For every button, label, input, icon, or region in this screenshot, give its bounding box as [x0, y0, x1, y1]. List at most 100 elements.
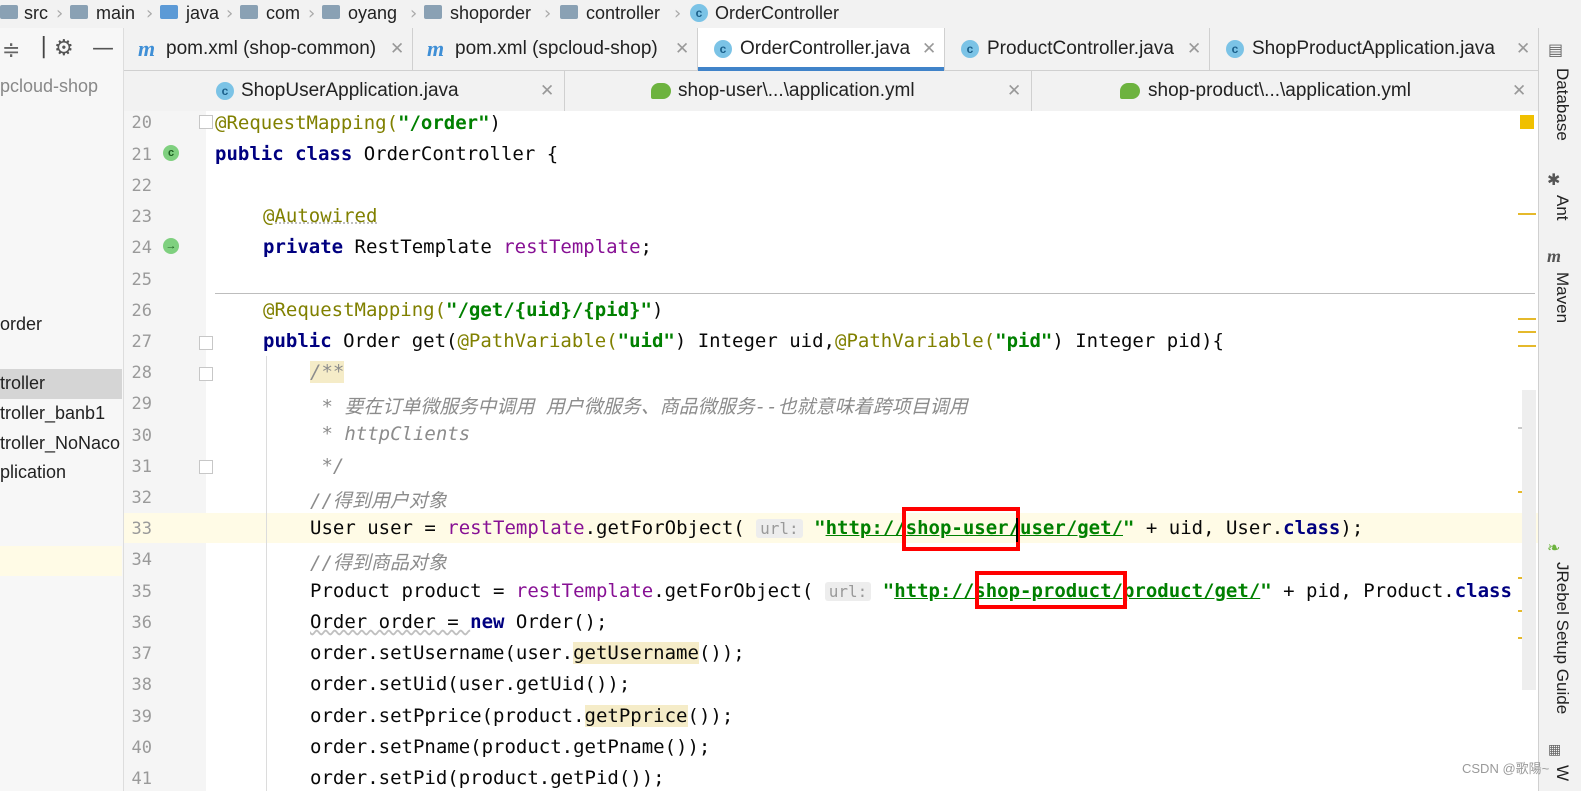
- tool-maven[interactable]: Maven: [1552, 272, 1572, 323]
- maven-icon: m: [1547, 246, 1562, 266]
- line-number: 32: [131, 488, 152, 508]
- parameter-hint: url:: [756, 519, 803, 538]
- scrollbar-thumb[interactable]: [1522, 390, 1536, 690]
- string-quote: ": [1123, 517, 1135, 539]
- editor-tabs-row-1: m pom.xml (shop-common) ✕ m pom.xml (spc…: [124, 28, 1538, 71]
- code-text: .getForObject(: [584, 517, 757, 539]
- fold-marker-icon[interactable]: [199, 336, 213, 350]
- code-line-23: @Autowired: [263, 205, 377, 227]
- close-icon[interactable]: ✕: [1516, 39, 1530, 59]
- tree-item[interactable]: plication: [0, 462, 66, 483]
- line-number: 21: [131, 145, 152, 165]
- highlight-box-shop-user: [902, 507, 1020, 551]
- code-text: User user =: [310, 517, 448, 539]
- gear-icon[interactable]: ⚙: [54, 36, 74, 61]
- method-usage-highlight: getPprice: [584, 705, 688, 727]
- tab-label: ShopProductApplication.java: [1252, 38, 1495, 59]
- code-text: ());: [687, 705, 734, 727]
- breadcrumb-item[interactable]: shoporder: [450, 0, 531, 26]
- error-stripe-mark[interactable]: [1518, 331, 1536, 333]
- tree-item[interactable]: troller_banb1: [0, 403, 105, 424]
- close-icon[interactable]: ✕: [540, 81, 554, 101]
- tree-item[interactable]: order: [0, 314, 42, 335]
- chevron-right-icon: ›: [308, 3, 316, 24]
- line-number: 40: [131, 738, 152, 758]
- error-stripe-mark[interactable]: [1518, 345, 1536, 347]
- annotation: @RequestMapping(: [263, 299, 447, 321]
- breadcrumb-item[interactable]: OrderController: [715, 0, 839, 26]
- jrebel-icon: ❧: [1547, 538, 1561, 557]
- close-icon[interactable]: ✕: [1187, 39, 1201, 59]
- tool-ant[interactable]: Ant: [1552, 195, 1572, 221]
- close-icon[interactable]: ✕: [390, 39, 404, 59]
- code-text: ());: [698, 642, 745, 664]
- fold-marker-icon[interactable]: [199, 367, 213, 381]
- minimize-icon[interactable]: —: [92, 36, 114, 61]
- breadcrumb-item[interactable]: src: [24, 0, 48, 26]
- breadcrumb-item[interactable]: com: [266, 0, 300, 26]
- autowired-navigation-icon[interactable]: →: [163, 238, 179, 254]
- code-text: ;: [640, 236, 652, 258]
- tool-icon: ▦: [1548, 742, 1562, 758]
- code-text: order.setPprice(product.: [310, 705, 585, 727]
- line-number: 35: [131, 582, 152, 602]
- breadcrumb-item[interactable]: controller: [586, 0, 660, 26]
- line-number: 36: [131, 613, 152, 633]
- parameter-hint: url:: [824, 582, 872, 601]
- tab-label: pom.xml (shop-common): [166, 38, 377, 59]
- project-root[interactable]: pcloud-shop: [0, 76, 98, 97]
- watermark: CSDN @歌陽~: [1462, 761, 1550, 776]
- fold-marker-icon[interactable]: [199, 460, 213, 474]
- package-icon: [560, 5, 578, 19]
- tab-pom-spcloud-shop[interactable]: m pom.xml (spcloud-shop) ✕: [413, 28, 698, 70]
- code-text: Order get(: [331, 330, 458, 352]
- fold-marker-icon[interactable]: [199, 115, 213, 129]
- close-icon[interactable]: ✕: [922, 39, 936, 59]
- breadcrumb-item[interactable]: main: [96, 0, 135, 26]
- code-text: ): [651, 299, 664, 321]
- keyword: public: [263, 330, 332, 352]
- maven-icon: m: [138, 36, 156, 61]
- tab-pom-shop-common[interactable]: m pom.xml (shop-common) ✕: [124, 28, 413, 70]
- code-line-28: /**: [310, 361, 345, 383]
- code-text: .getForObject(: [653, 580, 825, 602]
- annotation: @PathVariable(: [457, 330, 618, 352]
- code-line-32: //得到用户对象: [310, 490, 447, 512]
- tab-shopuserapplication[interactable]: c ShopUserApplication.java ✕: [124, 71, 565, 111]
- code-text: + pid, Product.: [1271, 580, 1455, 602]
- tab-productcontroller[interactable]: c ProductController.java ✕: [945, 28, 1210, 70]
- error-stripe-mark[interactable]: [1518, 318, 1536, 320]
- close-icon[interactable]: ✕: [1007, 81, 1021, 101]
- method-usage-highlight: getUsername: [573, 642, 699, 664]
- inspection-status-icon[interactable]: [1520, 115, 1534, 129]
- indent-guide: [266, 356, 267, 791]
- tab-ordercontroller[interactable]: c OrderController.java ✕: [698, 28, 945, 71]
- close-icon[interactable]: ✕: [675, 39, 689, 59]
- tab-shopproductapplication[interactable]: c ShopProductApplication.java ✕: [1210, 28, 1538, 70]
- breadcrumb-item[interactable]: oyang: [348, 0, 397, 26]
- line-number: 29: [131, 394, 152, 414]
- tab-label: OrderController.java: [740, 38, 911, 59]
- line-number: 20: [131, 113, 152, 133]
- breadcrumb-item[interactable]: java: [186, 0, 219, 26]
- tree-item[interactable]: troller_NoNaco: [0, 433, 120, 454]
- code-text: ): [489, 112, 501, 134]
- string-literal: "pid": [995, 330, 1053, 352]
- spring-bean-icon[interactable]: c: [163, 145, 179, 161]
- close-icon[interactable]: ✕: [1512, 81, 1526, 101]
- code-text: Product product =: [310, 580, 516, 602]
- tool-jrebel-setup-guide[interactable]: JRebel Setup Guide: [1552, 562, 1572, 714]
- class-icon: c: [714, 40, 732, 58]
- code-line-37: order.setUsername(user.getUsername());: [310, 642, 745, 664]
- annotation: @PathVariable(: [835, 330, 996, 352]
- spring-app-icon: c: [1226, 40, 1244, 58]
- yaml-icon: [651, 83, 671, 99]
- tab-shop-user-application-yml[interactable]: shop-user\...\application.yml ✕: [565, 71, 1032, 111]
- tool-database[interactable]: Database: [1552, 68, 1572, 141]
- tab-shop-product-application-yml[interactable]: shop-product\...\application.yml ✕: [1032, 71, 1538, 111]
- error-stripe-mark[interactable]: [1518, 213, 1536, 215]
- tool-w[interactable]: W: [1552, 765, 1572, 781]
- class-icon: c: [961, 40, 979, 58]
- collapse-all-icon[interactable]: ≑: [2, 38, 20, 63]
- tree-item-selected[interactable]: troller: [0, 373, 45, 394]
